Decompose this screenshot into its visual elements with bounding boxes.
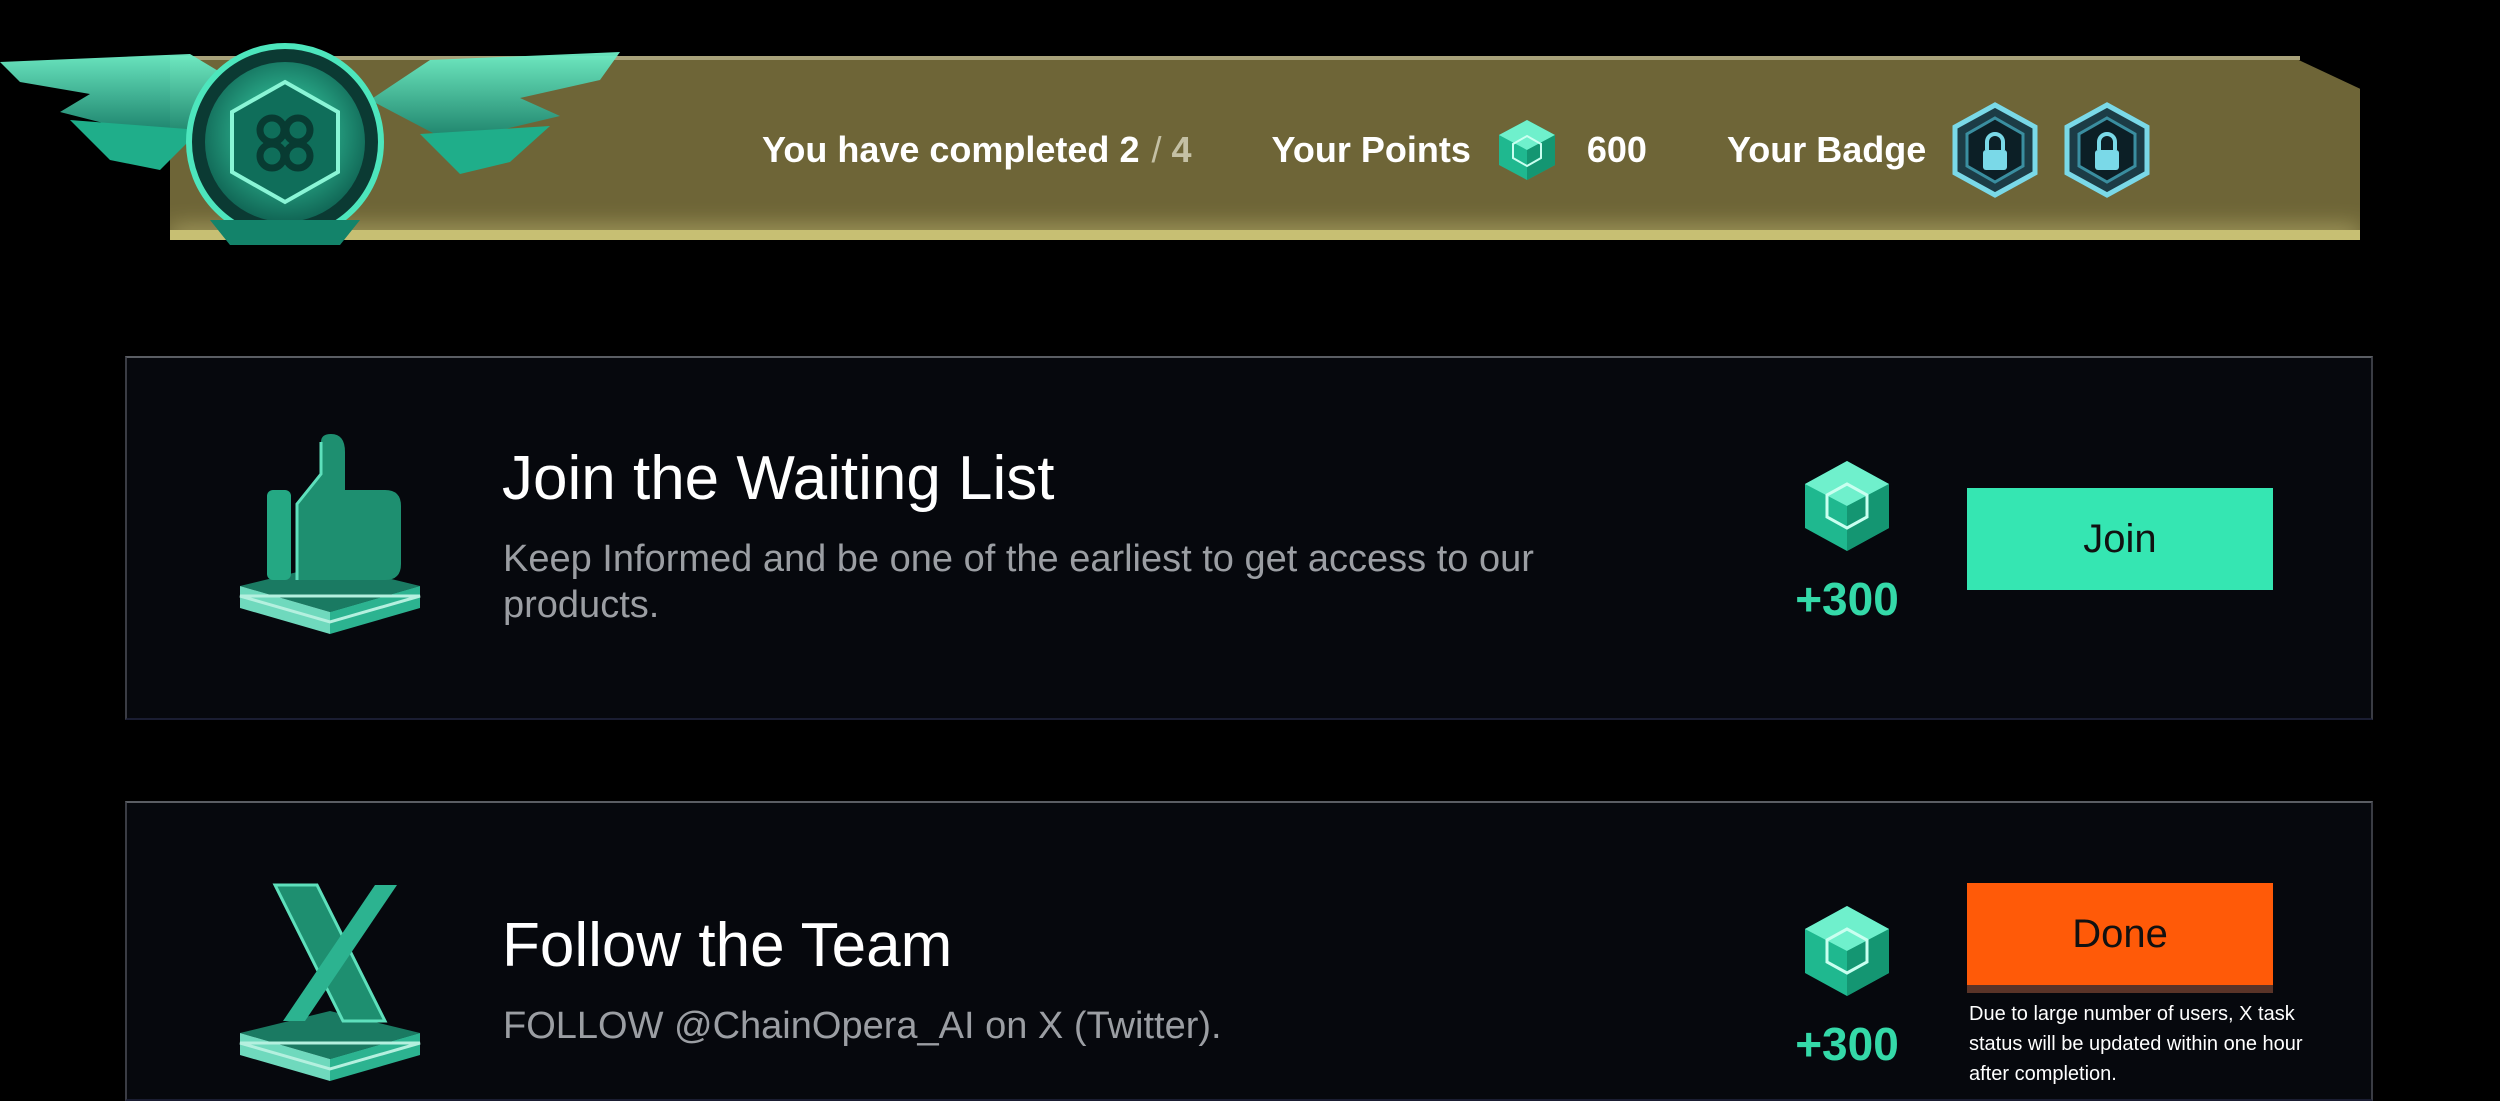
task-title: Follow the Team <box>502 911 953 980</box>
points-stat: Your Points 600 <box>1272 118 1647 182</box>
locked-badge-icon <box>1952 102 2038 198</box>
completed-total: 4 <box>1171 129 1192 170</box>
gem-cube-icon <box>1498 120 1555 180</box>
thumbs-up-icon <box>239 434 421 634</box>
task-card-follow-team: Follow the Team FOLLOW @ChainOpera_AI on… <box>125 801 2373 1101</box>
reward-value: +300 <box>1795 573 1899 625</box>
badge-label: Your Badge <box>1726 129 1927 170</box>
status-banner: You have completed 2 /4 Your Points 600 Y… <box>0 0 2500 280</box>
x-logo-icon <box>239 883 421 1081</box>
points-label: Your Points <box>1271 129 1471 170</box>
done-button[interactable]: Done <box>1967 883 2273 985</box>
completed-count: 2 <box>1119 129 1140 170</box>
completed-label: You have completed <box>762 129 1110 170</box>
gem-cube-icon <box>1805 906 1889 996</box>
task-card-waiting-list: Join the Waiting List Keep Informed and … <box>125 356 2373 720</box>
reward-value: +300 <box>1795 1018 1899 1070</box>
points-value: 600 <box>1586 129 1647 170</box>
gem-cube-icon <box>1805 461 1889 551</box>
task-description: Keep Informed and be one of the earliest… <box>503 538 1534 626</box>
completed-separator: / <box>1151 129 1162 170</box>
join-button[interactable]: Join <box>1967 488 2273 590</box>
task-title: Join the Waiting List <box>502 444 1055 513</box>
badge-stat: Your Badge <box>1727 102 2152 198</box>
winged-shield-emblem-icon <box>0 43 620 245</box>
task-description: FOLLOW @ChainOpera_AI on X (Twitter). <box>503 1005 1222 1047</box>
banner-stats: You have completed 2 /4 Your Points 600 Y… <box>762 102 2232 198</box>
locked-badge-icon <box>2064 102 2150 198</box>
task-reward: +300 <box>1767 903 1927 1071</box>
task-reward: +300 <box>1767 458 1927 626</box>
completion-stat: You have completed 2 /4 <box>762 129 1192 171</box>
task-status-note: Due to large number of users, X task sta… <box>1969 1003 2303 1085</box>
